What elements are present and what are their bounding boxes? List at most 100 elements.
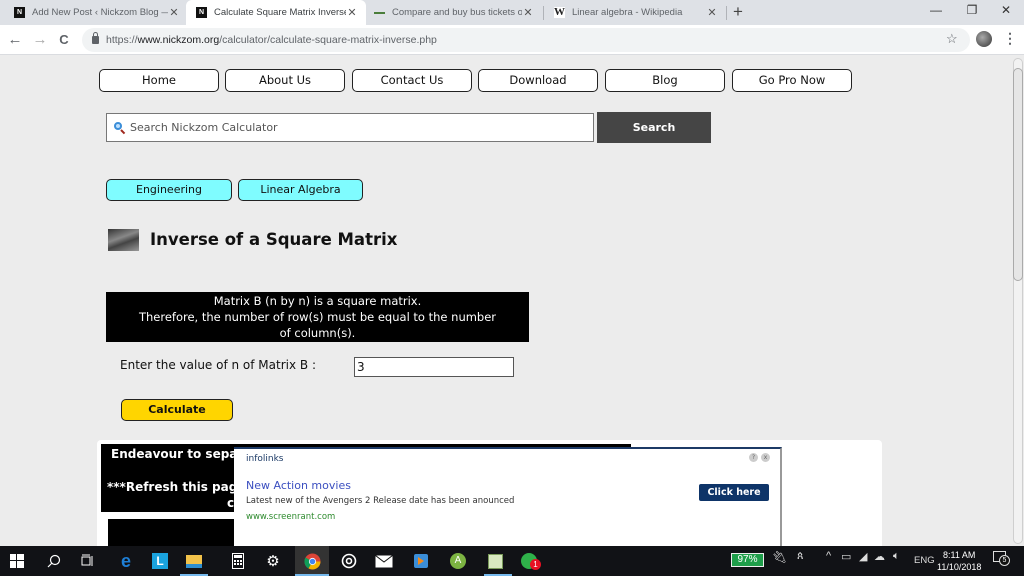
language-indicator[interactable]: ENG xyxy=(914,555,935,566)
system-clock[interactable]: 8:11 AM 11/10/2018 xyxy=(937,549,981,573)
category-engineering-button[interactable]: Engineering xyxy=(106,179,232,201)
instruction-line: ***Refresh this page xyxy=(107,480,246,494)
nav-about-us-button[interactable]: About Us xyxy=(225,69,345,92)
dark-panel xyxy=(108,519,238,546)
search-button[interactable]: Search xyxy=(597,112,711,143)
wifi-icon[interactable]: ◢ xyxy=(859,550,867,563)
matrix-thumbnail-icon xyxy=(108,229,139,251)
page-scrollbar[interactable] xyxy=(1012,56,1024,546)
url-scheme: https:// xyxy=(106,34,138,46)
close-window-button[interactable]: ✕ xyxy=(996,3,1016,17)
category-linear-algebra-button[interactable]: Linear Algebra xyxy=(238,179,363,201)
restore-button[interactable]: ❐ xyxy=(962,3,982,17)
mail-icon[interactable] xyxy=(375,552,393,570)
forward-button[interactable]: → xyxy=(32,31,48,48)
network-adapter-icon[interactable]: ▭ xyxy=(841,550,851,563)
url-host: www.nickzom.org xyxy=(137,34,220,46)
close-tab-icon[interactable]: ✕ xyxy=(346,6,358,19)
settings-icon[interactable]: ⚙ xyxy=(264,552,282,570)
notice-line: Matrix B (n by n) is a square matrix. xyxy=(213,294,422,308)
instruction-line: Endeavour to sepa xyxy=(111,447,238,461)
notice-line: of column(s). xyxy=(279,326,356,340)
tab-strip: N Add New Post ‹ Nickzom Blog — W ✕ N Ca… xyxy=(0,0,1024,25)
reload-button[interactable]: C xyxy=(56,32,72,47)
show-hidden-icons-chevron[interactable]: ^ xyxy=(826,550,831,562)
notification-count: 5 xyxy=(999,555,1010,566)
page-title: Inverse of a Square Matrix xyxy=(150,230,398,249)
close-tab-icon[interactable]: ✕ xyxy=(522,6,534,19)
calculate-button[interactable]: Calculate xyxy=(121,399,233,421)
groove-music-icon[interactable] xyxy=(340,552,358,570)
android-studio-icon[interactable]: A xyxy=(449,552,467,570)
battery-indicator[interactable]: 97% xyxy=(731,553,764,567)
media-player-icon[interactable] xyxy=(412,552,430,570)
lock-icon xyxy=(92,32,99,44)
back-button[interactable]: ← xyxy=(7,31,23,48)
browser-toolbar: ← → C https://www.nickzom.org/calculator… xyxy=(0,25,1024,55)
bookmark-star-icon[interactable]: ☆ xyxy=(946,31,958,47)
onedrive-sync-icon[interactable]: ☁ xyxy=(874,550,885,563)
nav-contact-us-button[interactable]: Contact Us xyxy=(352,69,472,92)
nickzom-icon: N xyxy=(14,7,25,18)
app-l-icon[interactable]: L xyxy=(151,552,169,570)
nav-go-pro-button[interactable]: Go Pro Now xyxy=(732,69,852,92)
edge-icon[interactable]: e xyxy=(117,551,135,571)
search-icon[interactable] xyxy=(45,552,63,570)
tab-title: Add New Post ‹ Nickzom Blog — W xyxy=(32,7,168,18)
windows-taskbar: e L ⚙ A 1 xyxy=(0,546,1024,576)
notification-badge: 1 xyxy=(530,559,541,570)
ad-headline-link[interactable]: New Action movies xyxy=(246,479,351,492)
search-icon xyxy=(114,121,126,134)
address-bar[interactable]: https://www.nickzom.org/calculator/calcu… xyxy=(82,28,970,52)
minimize-button[interactable]: — xyxy=(926,3,946,17)
scrollbar-thumb[interactable] xyxy=(1013,68,1023,281)
whatsapp-icon[interactable]: 1 xyxy=(520,552,541,570)
close-tab-icon[interactable]: ✕ xyxy=(706,6,718,19)
notepad-plus-icon[interactable] xyxy=(486,552,504,570)
clock-time: 8:11 AM xyxy=(943,550,976,560)
n-value-label: Enter the value of n of Matrix B : xyxy=(120,358,316,372)
n-value-input[interactable]: 3 xyxy=(354,357,514,377)
square-matrix-notice: Matrix B (n by n) is a square matrix. Th… xyxy=(106,292,529,342)
profile-avatar[interactable] xyxy=(976,31,992,47)
volume-icon[interactable]: 🔈︎ xyxy=(893,550,900,563)
ad-click-here-button[interactable]: Click here xyxy=(699,484,769,501)
nav-home-button[interactable]: Home xyxy=(99,69,219,92)
wikipedia-icon: W xyxy=(554,6,565,18)
clock-date: 11/10/2018 xyxy=(937,562,982,572)
tab-add-new-post[interactable]: N Add New Post ‹ Nickzom Blog — W ✕ xyxy=(4,0,188,25)
ad-url[interactable]: www.screenrant.com xyxy=(246,512,335,522)
page-content: Home About Us Contact Us Download Blog G… xyxy=(0,56,1012,546)
tab-calculate-square-matrix-inverse[interactable]: N Calculate Square Matrix Inverse ✕ xyxy=(186,0,366,25)
tab-title: Calculate Square Matrix Inverse xyxy=(214,7,346,18)
ad-brand: infolinks xyxy=(246,454,284,464)
bus-icon xyxy=(374,7,385,18)
nav-blog-button[interactable]: Blog xyxy=(605,69,725,92)
tab-bus-tickets[interactable]: Compare and buy bus tickets onl ✕ xyxy=(364,0,542,25)
ad-description: Latest new of the Avengers 2 Release dat… xyxy=(246,496,515,506)
action-center-icon[interactable]: 5 xyxy=(993,551,1010,566)
new-tab-button[interactable]: + xyxy=(733,2,743,22)
browser-menu-icon[interactable]: ⋮ xyxy=(1003,30,1017,47)
people-icon[interactable]: ጰ xyxy=(797,550,804,563)
nav-download-button[interactable]: Download xyxy=(478,69,598,92)
search-placeholder: Search Nickzom Calculator xyxy=(130,121,278,134)
tab-title: Linear algebra - Wikipedia xyxy=(572,7,683,18)
ad-close-icon[interactable]: x xyxy=(761,453,770,462)
calculator-icon[interactable] xyxy=(229,552,247,570)
file-explorer-icon[interactable] xyxy=(185,552,203,570)
task-view-icon[interactable] xyxy=(79,552,97,570)
close-tab-icon[interactable]: ✕ xyxy=(168,6,180,19)
infolinks-ad-popup: infolinks ? x New Action movies Latest n… xyxy=(234,447,782,546)
tab-separator xyxy=(726,6,727,20)
search-input[interactable]: Search Nickzom Calculator xyxy=(106,113,594,142)
windows-start-icon[interactable] xyxy=(8,552,26,570)
tab-linear-algebra-wikipedia[interactable]: W Linear algebra - Wikipedia ✕ xyxy=(544,0,726,25)
chrome-icon[interactable] xyxy=(303,552,321,570)
notice-line: Therefore, the number of row(s) must be … xyxy=(138,310,497,324)
charging-plug-icon: 🔌︎ xyxy=(772,550,788,564)
nickzom-icon: N xyxy=(196,7,207,18)
tab-title: Compare and buy bus tickets onl xyxy=(392,7,522,18)
url-path: /calculator/calculate-square-matrix-inve… xyxy=(219,34,437,46)
ad-help-icon[interactable]: ? xyxy=(749,453,758,462)
